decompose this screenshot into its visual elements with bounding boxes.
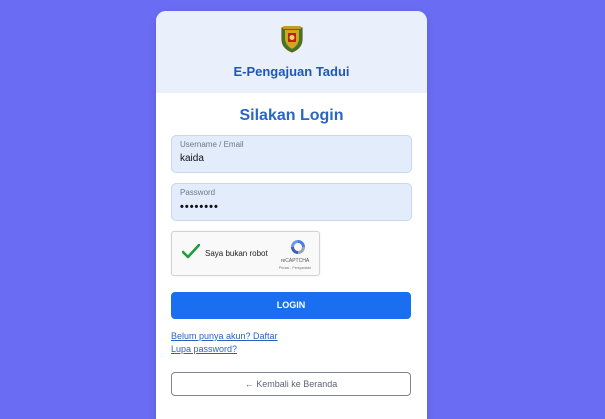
login-form: Silakan Login Username / Email kaida Pas… [156, 93, 427, 396]
recaptcha-logo-icon [291, 240, 305, 254]
username-input[interactable]: kaida [180, 152, 403, 166]
recaptcha-label: Saya bukan robot [205, 249, 268, 258]
username-label: Username / Email [180, 140, 244, 149]
back-to-home-button[interactable]: ← Kembali ke Beranda [171, 372, 411, 396]
auth-links: Belum punya akun? Daftar Lupa password? [171, 330, 412, 356]
password-label: Password [180, 188, 216, 197]
recaptcha-brand: reCAPTCHA [280, 258, 310, 264]
card-header: E-Pengajuan Tadui [156, 11, 427, 93]
login-card: E-Pengajuan Tadui Silakan Login Username… [156, 11, 427, 419]
coat-of-arms-logo [280, 26, 303, 53]
login-heading: Silakan Login [239, 107, 344, 124]
register-link[interactable]: Belum punya akun? Daftar [171, 330, 412, 343]
forgot-password-link[interactable]: Lupa password? [171, 343, 412, 356]
password-field[interactable]: Password •••••••• [171, 183, 412, 221]
recaptcha-widget[interactable]: Saya bukan robot reCAPTCHA Privasi - Per… [171, 231, 320, 276]
username-field[interactable]: Username / Email kaida [171, 135, 412, 173]
app-title: E-Pengajuan Tadui [233, 64, 350, 79]
recaptcha-links[interactable]: Privasi - Persyaratan [277, 266, 313, 270]
password-input[interactable]: •••••••• [180, 200, 403, 214]
login-button[interactable]: LOGIN [171, 292, 411, 319]
check-icon[interactable] [182, 244, 200, 260]
